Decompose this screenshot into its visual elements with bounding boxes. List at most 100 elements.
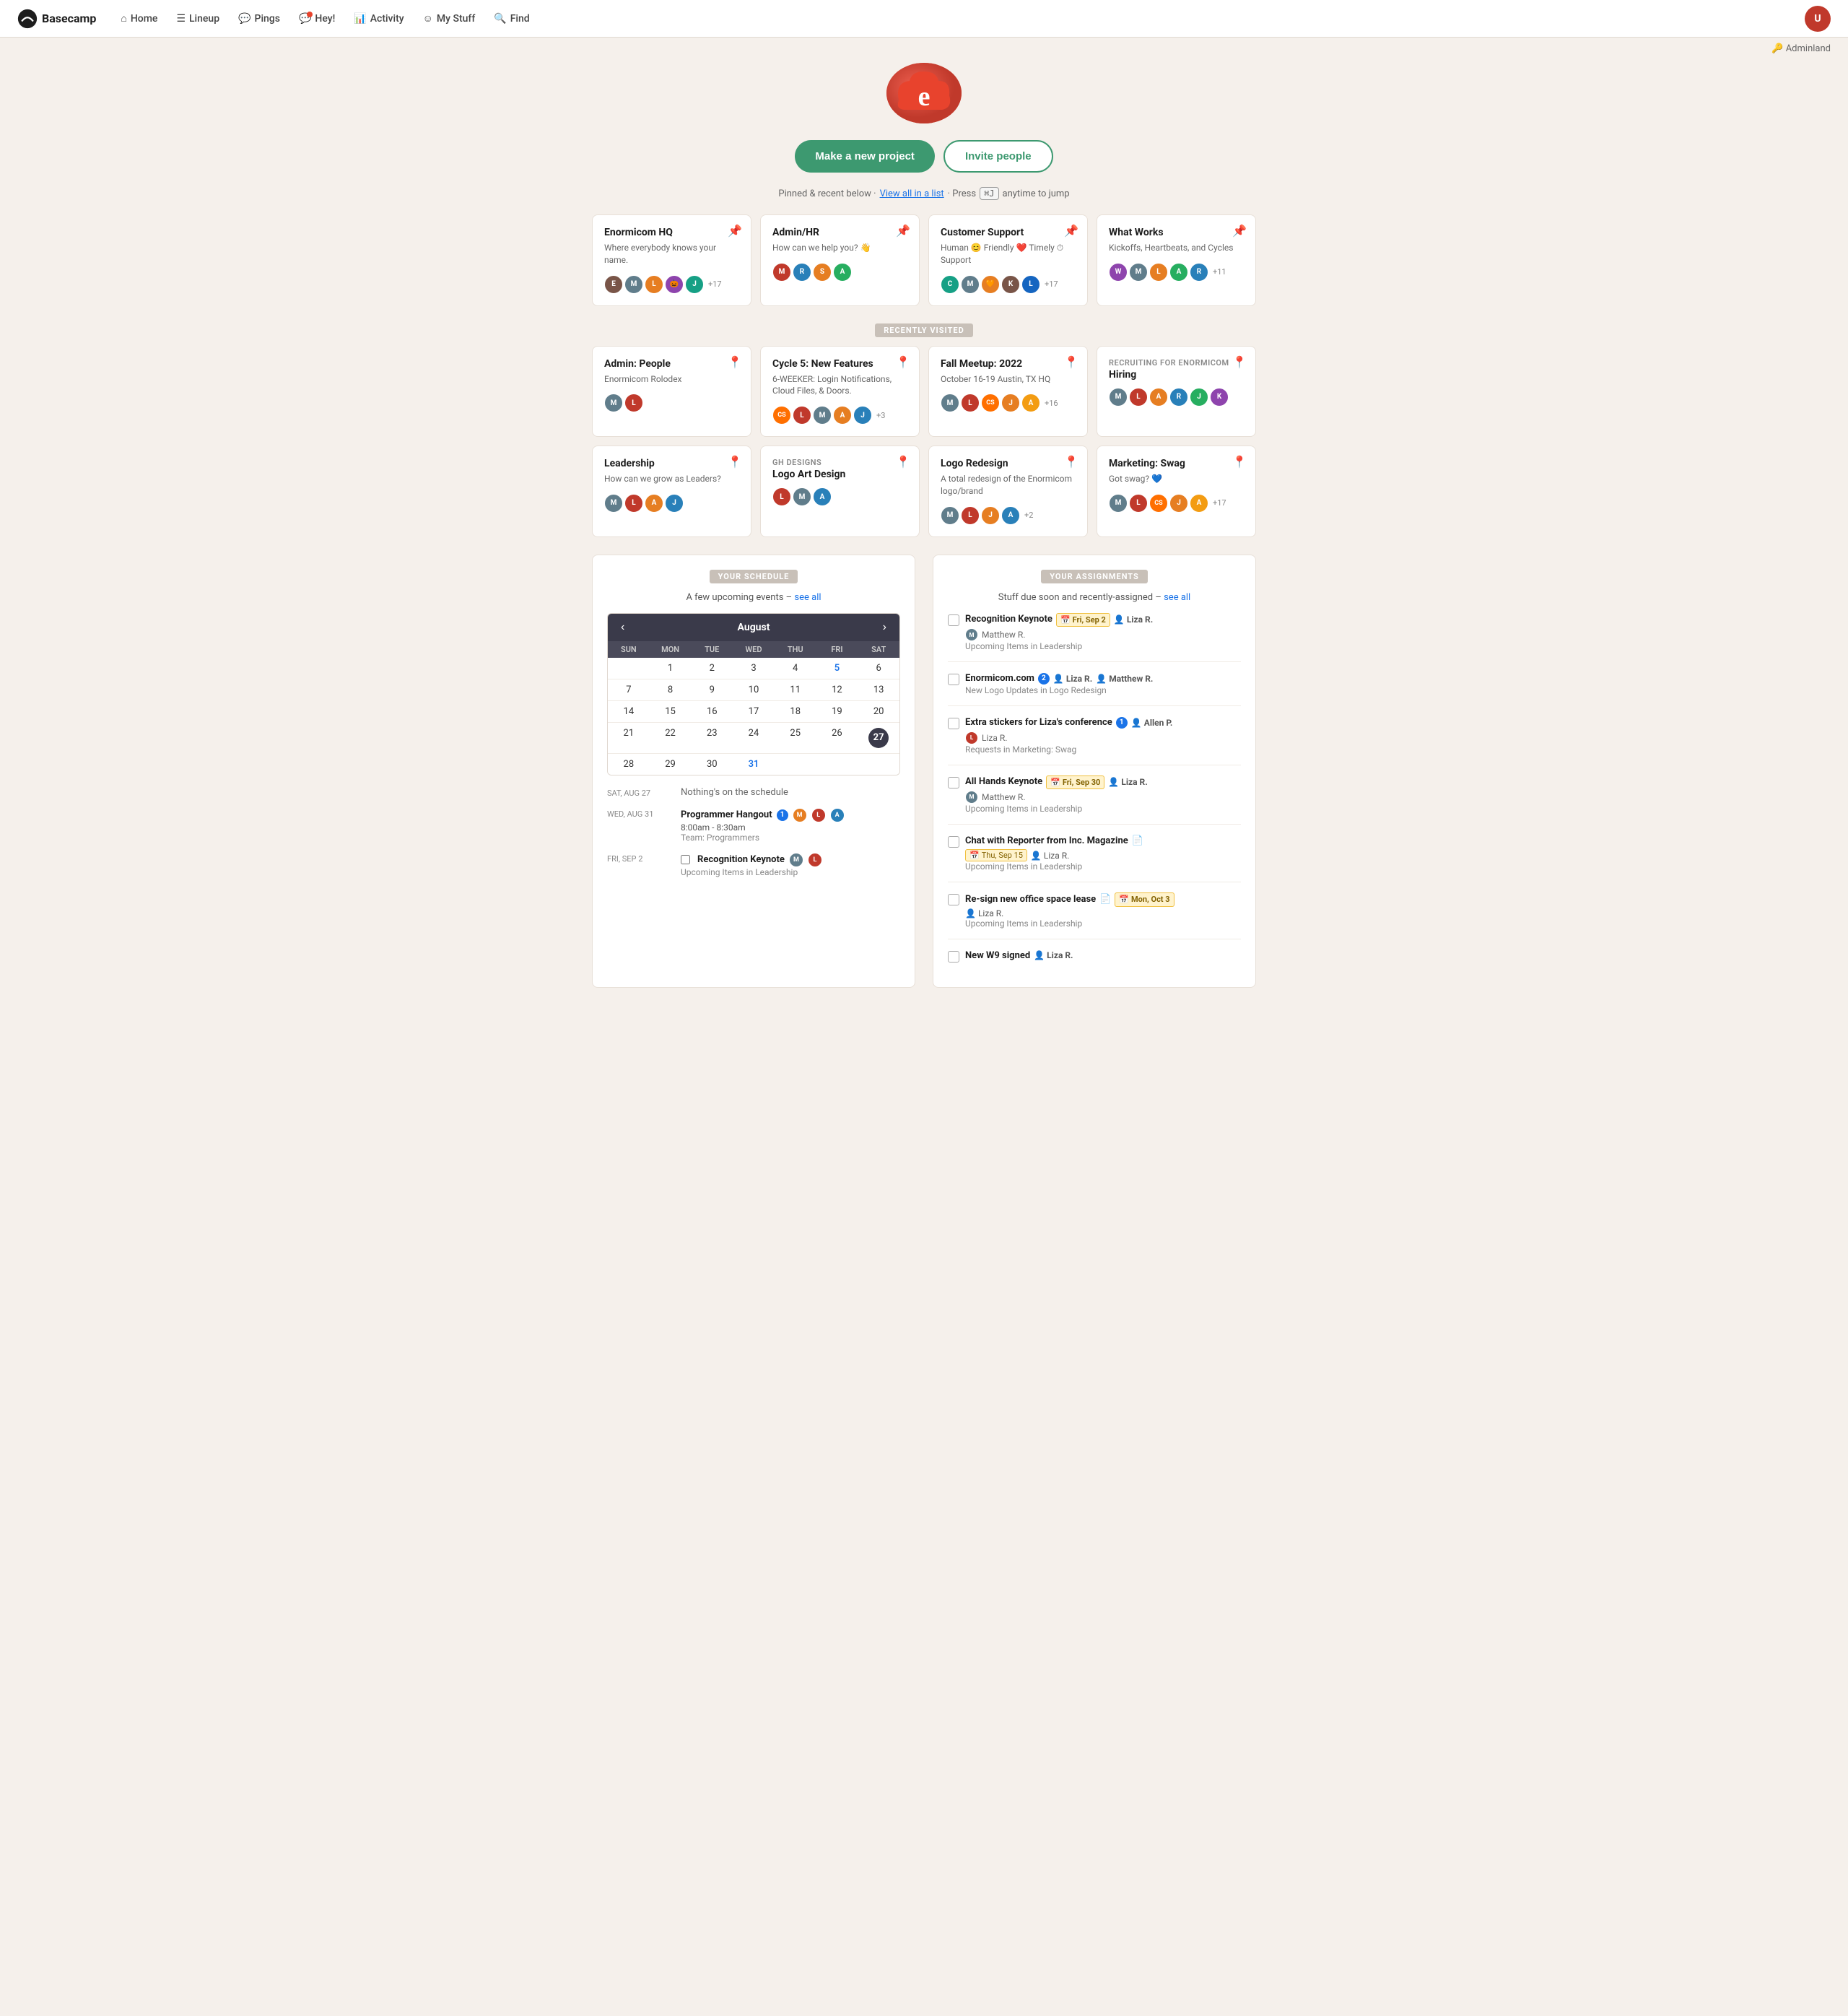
user-tag: 👤 Liza R. — [1053, 673, 1092, 685]
calendar-week: 28 29 30 31 — [608, 754, 899, 775]
date-chip: 📅 Thu, Sep 15 — [965, 849, 1027, 861]
project-card-hiring[interactable]: 📍 RECRUITING FOR ENORMICOM Hiring M L A … — [1097, 346, 1256, 438]
avatar-row: M L — [604, 394, 739, 412]
cal-cell[interactable]: 30 — [691, 754, 733, 775]
project-card-cycle5[interactable]: 📍 Cycle 5: New Features 6-WEEKER: Login … — [760, 346, 920, 438]
recent-projects-grid: 📍 Admin: People Enormicom Rolodex M L 📍 … — [592, 346, 1256, 537]
assignment-content: Enormicom.com 2 👤 Liza R. 👤 Matthew R. N… — [965, 672, 1241, 695]
project-card-leadership[interactable]: 📍 Leadership How can we grow as Leaders?… — [592, 446, 751, 537]
assignment-checkbox[interactable] — [948, 777, 959, 788]
cal-cell[interactable]: 17 — [733, 701, 775, 722]
cal-cell[interactable]: 7 — [608, 679, 650, 700]
avatar: M — [604, 494, 623, 513]
cal-cell[interactable]: 9 — [691, 679, 733, 700]
logo-text: Basecamp — [42, 12, 96, 25]
cal-cell[interactable]: 21 — [608, 723, 650, 753]
assignments-see-all-link[interactable]: see all — [1164, 592, 1190, 603]
cal-cell — [775, 754, 816, 775]
cal-cell[interactable]: 4 — [775, 658, 816, 679]
calendar: ‹ August › SUN MON TUE WED THU FRI SAT — [607, 613, 900, 775]
nav-activity[interactable]: 📊 Activity — [346, 9, 411, 29]
avatar-row: M L CS J A +17 — [1109, 494, 1244, 513]
cal-cell-event[interactable]: 31 — [733, 754, 775, 775]
assignment-checkbox[interactable] — [948, 951, 959, 963]
pings-icon: 💬 — [238, 13, 250, 25]
project-card-admin-hr[interactable]: 📌 Admin/HR How can we help you? 👋 M R S … — [760, 214, 920, 306]
cal-cell[interactable]: 16 — [691, 701, 733, 722]
avatar: A — [1021, 394, 1040, 412]
cal-cell[interactable]: 23 — [691, 723, 733, 753]
calendar-header: ‹ August › — [608, 614, 899, 641]
assignment-item: Chat with Reporter from Inc. Magazine 📄 … — [948, 835, 1241, 882]
invite-people-button[interactable]: Invite people — [943, 140, 1053, 173]
user-tag: 👤 Liza R. — [1114, 614, 1153, 626]
avatar-row: M L A J — [604, 494, 739, 513]
nav-lineup[interactable]: ☰ Lineup — [169, 9, 227, 29]
calendar-prev-button[interactable]: ‹ — [616, 620, 629, 635]
assignment-location: Upcoming Items in Leadership — [965, 918, 1241, 929]
cal-cell[interactable]: 1 — [650, 658, 692, 679]
assignment-checkbox[interactable] — [948, 836, 959, 848]
assignment-checkbox[interactable] — [948, 894, 959, 905]
assignment-checkbox[interactable] — [948, 718, 959, 729]
cal-cell[interactable]: 19 — [816, 701, 858, 722]
event-date: WED, AUG 31 — [607, 808, 672, 819]
project-card-enormicom-hq[interactable]: 📌 Enormicom HQ Where everybody knows you… — [592, 214, 751, 306]
assignment-checkbox[interactable] — [948, 674, 959, 685]
nav-hey[interactable]: 💬 Hey! — [292, 9, 342, 29]
cal-cell[interactable]: 14 — [608, 701, 650, 722]
nav-mystuff[interactable]: ☺ My Stuff — [416, 8, 483, 29]
project-desc: October 16-19 Austin, TX HQ — [941, 373, 1076, 386]
cal-cell[interactable]: 2 — [691, 658, 733, 679]
cal-cell-event[interactable]: 5 — [816, 658, 858, 679]
cal-cell[interactable]: 26 — [816, 723, 858, 753]
nav-find[interactable]: 🔍 Find — [487, 9, 536, 29]
cal-cell[interactable]: 29 — [650, 754, 692, 775]
assignment-checkbox[interactable] — [948, 614, 959, 626]
cal-cell[interactable]: 13 — [858, 679, 899, 700]
adminland-link[interactable]: 🔑 Adminland — [1771, 43, 1831, 54]
avatar: M — [965, 628, 978, 641]
cal-cell[interactable]: 10 — [733, 679, 775, 700]
project-card-marketing-swag[interactable]: 📍 Marketing: Swag Got swag? 💙 M L CS J A… — [1097, 446, 1256, 537]
project-card-admin-people[interactable]: 📍 Admin: People Enormicom Rolodex M L — [592, 346, 751, 438]
assignment-title: Extra stickers for Liza's conference 1 👤… — [965, 716, 1241, 729]
avatar: CS — [772, 406, 791, 425]
project-desc: Kickoffs, Heartbeats, and Cycles — [1109, 242, 1244, 254]
cal-cell[interactable]: 24 — [733, 723, 775, 753]
cal-cell[interactable]: 12 — [816, 679, 858, 700]
cal-cell[interactable]: 22 — [650, 723, 692, 753]
project-card-fall-meetup[interactable]: 📍 Fall Meetup: 2022 October 16-19 Austin… — [928, 346, 1088, 438]
nav-pings[interactable]: 💬 Pings — [231, 9, 287, 29]
cal-cell[interactable]: 18 — [775, 701, 816, 722]
cal-cell-today[interactable]: 27 — [858, 723, 899, 753]
project-card-logo-art[interactable]: 📍 GH DESIGNS Logo Art Design L M A — [760, 446, 920, 537]
view-all-link[interactable]: View all in a list — [880, 188, 944, 199]
project-card-what-works[interactable]: 📌 What Works Kickoffs, Heartbeats, and C… — [1097, 214, 1256, 306]
pin-icon: 📍 — [728, 455, 742, 469]
project-title: What Works — [1109, 227, 1244, 238]
calendar-body: 1 2 3 4 5 6 7 8 9 10 11 12 — [608, 658, 899, 775]
make-project-button[interactable]: Make a new project — [795, 140, 935, 173]
schedule-see-all-link[interactable]: see all — [794, 592, 821, 603]
avatar: A — [830, 808, 845, 822]
cal-cell[interactable]: 28 — [608, 754, 650, 775]
avatar-count: +2 — [1024, 510, 1033, 520]
cal-cell[interactable]: 6 — [858, 658, 899, 679]
nav-home[interactable]: ⌂ Home — [113, 8, 165, 29]
calendar-next-button[interactable]: › — [879, 620, 891, 635]
cal-cell[interactable]: 20 — [858, 701, 899, 722]
cal-cell[interactable]: 11 — [775, 679, 816, 700]
cal-cell[interactable]: 15 — [650, 701, 692, 722]
user-avatar[interactable]: U — [1805, 6, 1831, 32]
cal-cell[interactable]: 8 — [650, 679, 692, 700]
event-checkbox[interactable] — [681, 855, 690, 864]
pin-icon: 📍 — [896, 355, 910, 369]
project-card-logo-redesign[interactable]: 📍 Logo Redesign A total redesign of the … — [928, 446, 1088, 537]
cal-cell[interactable]: 3 — [733, 658, 775, 679]
logo[interactable]: Basecamp — [17, 9, 96, 29]
assignment-title: All Hands Keynote 📅 Fri, Sep 30 👤 Liza R… — [965, 775, 1241, 789]
schedule-section: YOUR SCHEDULE A few upcoming events – se… — [592, 555, 915, 988]
cal-cell[interactable]: 25 — [775, 723, 816, 753]
project-card-customer-support[interactable]: 📌 Customer Support Human 😊 Friendly ❤️ T… — [928, 214, 1088, 306]
